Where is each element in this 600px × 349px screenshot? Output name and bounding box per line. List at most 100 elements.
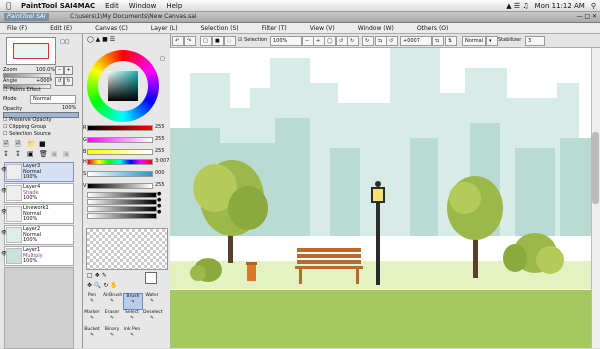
apple-icon[interactable]:  [4, 1, 13, 10]
redo-icon[interactable]: ↷ [184, 36, 196, 46]
blend-mode-select[interactable]: Normal [462, 36, 486, 46]
transform-tools-row[interactable]: ✥ 🔍 ↻ ✋ [87, 282, 118, 289]
layer-panel: □□ Zoom 100.0% − + Angle +000º ↺ ↻ ☐ Pai… [0, 34, 83, 349]
stabilizer-field[interactable]: 3 [525, 36, 545, 46]
new-folder-icon[interactable]: 📁 [27, 140, 36, 148]
menu-file[interactable]: File (F) [7, 25, 27, 32]
paints-effect-checkbox[interactable]: ☐ [3, 87, 7, 93]
tool-bucket[interactable]: Bucket ✎ [83, 327, 101, 342]
layer-row[interactable]: 👁 Layer3 Normal 100% [1, 162, 74, 182]
window-controls[interactable]: — □ ✕ [576, 13, 597, 20]
saturation-slider[interactable] [87, 171, 153, 177]
mode-label: Mode [3, 96, 17, 102]
swatch-palette[interactable] [86, 228, 168, 270]
layer-mode-select[interactable]: Normal [30, 95, 76, 104]
layer-row[interactable]: 👁 Linework1 Normal 100% [1, 204, 74, 224]
spotlight-icon[interactable]: ⚲ [591, 2, 596, 10]
menu-selection[interactable]: Selection (S) [201, 25, 239, 32]
gray-slider-4[interactable] [87, 213, 157, 219]
new-mask-icon[interactable]: ■ [39, 140, 46, 148]
menu-others[interactable]: Others (O) [417, 25, 448, 32]
foreground-color-swatch[interactable] [145, 272, 157, 284]
green-slider[interactable] [87, 137, 153, 143]
menu-layer[interactable]: Layer (L) [151, 25, 178, 32]
layer-thumbnail [6, 164, 22, 180]
menu-filter[interactable]: Filter (T) [262, 25, 287, 32]
blue-slider[interactable] [87, 149, 153, 155]
color-swatch-icon[interactable]: □ [160, 56, 165, 62]
tool-brush[interactable]: Brush ✎ [123, 293, 143, 310]
selection-source-option[interactable]: ☐ Selection Source [3, 131, 51, 137]
flip-horizontal-icon[interactable]: ⇆ [432, 36, 444, 46]
gray-slider-3[interactable] [87, 206, 157, 212]
menubar-app-name[interactable]: PaintTool SAI4MAC [21, 2, 95, 10]
menubar-clock[interactable]: Mon 11:12 AM [535, 2, 585, 10]
rotate-right-icon[interactable]: ↻ [347, 36, 359, 46]
nav-zoom-buttons[interactable]: □□ [60, 39, 69, 45]
tool-pen[interactable]: Pen ✎ [83, 293, 101, 308]
value-slider[interactable] [87, 183, 153, 189]
invert-selection-icon[interactable]: ■ [212, 36, 224, 46]
delete-layer-icon[interactable]: 🗑 [39, 150, 48, 158]
layer-row[interactable]: 👁 Layer1 Multiply 100% [1, 246, 74, 266]
color-mode-icons[interactable]: ◯ ▲ ■ ☰ [87, 36, 115, 43]
rotate-ccw-button[interactable]: ↺ [55, 77, 64, 86]
color-wheel[interactable] [87, 50, 159, 122]
clipping-group-option[interactable]: ☐ Clipping Group [3, 124, 46, 130]
zoom-field[interactable]: 100% [270, 36, 302, 46]
selection-visibility-icon[interactable]: ◌ [224, 36, 236, 46]
gray-slider-2[interactable] [87, 199, 157, 205]
tool-airbrush[interactable]: AirBrush ✎ [103, 293, 122, 308]
gray-slider-1[interactable] [87, 192, 157, 198]
menu-edit[interactable]: Edit (E) [50, 25, 72, 32]
drawing-canvas[interactable] [170, 48, 591, 348]
menu-canvas[interactable]: Canvas (C) [95, 25, 128, 32]
undo-icon[interactable]: ↶ [172, 36, 184, 46]
eraser-icon: ✎ [110, 316, 114, 321]
paste-layer-icon[interactable]: ▣ [63, 150, 70, 158]
scrollbar-thumb[interactable] [592, 132, 599, 204]
tool-deselect[interactable]: Deselect ✎ [143, 310, 163, 325]
selection-tools-row[interactable]: □ ❖ ✎ [87, 272, 107, 279]
tool-binary[interactable]: Binary ✎ [103, 327, 121, 342]
layer-buttons: 🗎 🗎 📁 ■ ↧ ↧ ▣ 🗑 ▣ ▣ [3, 140, 79, 162]
rotation-field[interactable]: +0007 [400, 36, 432, 46]
menubar-help[interactable]: Help [166, 2, 182, 10]
zoom-plus-button[interactable]: + [64, 66, 73, 75]
hue-slider[interactable] [87, 159, 153, 165]
tool-water[interactable]: Water ✎ [143, 293, 161, 308]
copy-layer-icon[interactable]: ▣ [51, 150, 58, 158]
deselect-icon[interactable]: □ [200, 36, 212, 46]
preserve-opacity-option[interactable]: ☐ Preserve Opacity [3, 117, 52, 123]
layer-row[interactable]: 👁 Layer2 Normal 100% [1, 225, 74, 245]
red-slider[interactable] [87, 125, 153, 131]
layer-opacity: 100% [23, 174, 38, 180]
rotate-cw-button[interactable]: ↻ [64, 77, 73, 86]
clear-layer-icon[interactable]: ▣ [27, 150, 34, 158]
merge-down-icon[interactable]: ↧ [3, 150, 9, 158]
rotation-reset-icon[interactable]: ↺ [386, 36, 398, 46]
menu-window[interactable]: Window (W) [358, 25, 394, 32]
selection-checkbox[interactable]: ☑ Selection [238, 37, 267, 43]
menu-view[interactable]: View (V) [310, 25, 335, 32]
flip-vertical-icon[interactable]: ⇅ [445, 36, 457, 46]
status-icons[interactable]: ▲ ☰ ♫ [506, 2, 528, 10]
tool-ink-pen[interactable]: Ink Pen ✎ [123, 327, 141, 342]
zoom-minus-button[interactable]: − [55, 66, 64, 75]
tool-select[interactable]: Select ✎ [123, 310, 141, 325]
brush-icon: ✎ [131, 300, 135, 305]
zoom-reset-icon[interactable]: ◯ [324, 36, 336, 46]
saturation-value-square[interactable] [108, 71, 138, 101]
reset-rotation-icon[interactable]: ↻ [362, 36, 374, 46]
layer-row[interactable]: 👁 Layer4 Shade 100% [1, 183, 74, 203]
gray-slider-icons[interactable]: ● ● ● ● [157, 191, 161, 215]
tool-marker[interactable]: Marker ✎ [83, 310, 101, 325]
tool-eraser[interactable]: Eraser ✎ [103, 310, 121, 325]
menubar-window[interactable]: Window [129, 2, 157, 10]
v-label: V [83, 183, 87, 189]
navigator-thumbnail[interactable] [6, 37, 56, 65]
menubar-edit[interactable]: Edit [105, 2, 119, 10]
hue-value: 3:007 [155, 158, 170, 164]
transfer-down-icon[interactable]: ↧ [15, 150, 21, 158]
blend-mode-dropdown-icon[interactable]: ▾ [486, 36, 498, 46]
